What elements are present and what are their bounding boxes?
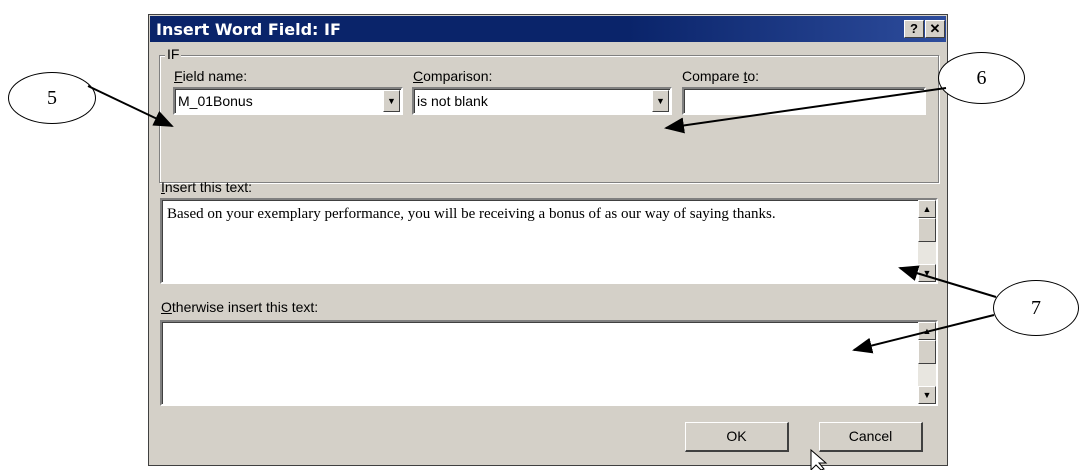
otherwise-text-label: Otherwise insert this text: [161, 299, 319, 315]
help-button[interactable]: ? [904, 20, 924, 38]
close-button[interactable]: ✕ [925, 20, 945, 38]
ok-button[interactable]: OK [685, 422, 789, 452]
title-bar[interactable]: Insert Word Field: IF ? ✕ [150, 16, 946, 42]
scroll-down-arrow-icon[interactable]: ▼ [918, 264, 936, 282]
scroll-thumb[interactable] [918, 218, 936, 242]
cancel-button[interactable]: Cancel [819, 422, 923, 452]
field-name-dropdown-button[interactable]: ▼ [383, 90, 400, 112]
insert-text-label: Insert this text: [161, 179, 253, 195]
field-name-label: Field name: [174, 68, 248, 84]
callout-bubble-7: 7 [993, 280, 1079, 336]
callout-bubble-5: 5 [8, 72, 96, 124]
scroll-thumb[interactable] [918, 340, 936, 364]
insert-text-value: Based on your exemplary performance, you… [167, 206, 776, 222]
insert-text-scrollbar[interactable]: ▲ ▼ [918, 200, 936, 282]
comparison-label: Comparison: [413, 68, 493, 84]
if-group [159, 55, 939, 183]
field-name-value: M_01Bonus [178, 93, 253, 109]
scroll-up-arrow-icon[interactable]: ▲ [918, 322, 936, 340]
otherwise-text-textarea[interactable]: ▲ ▼ [160, 320, 938, 406]
callout-bubble-6: 6 [938, 52, 1025, 104]
compare-to-input[interactable] [682, 87, 926, 115]
group-label: IF [165, 46, 182, 62]
comparison-combobox[interactable]: is not blank ▼ [412, 87, 672, 115]
scroll-up-arrow-icon[interactable]: ▲ [918, 200, 936, 218]
comparison-value: is not blank [417, 93, 488, 109]
field-name-combobox[interactable]: M_01Bonus ▼ [173, 87, 403, 115]
otherwise-text-scrollbar[interactable]: ▲ ▼ [918, 322, 936, 404]
insert-word-field-dialog: Insert Word Field: IF ? ✕ IF Field name:… [148, 14, 948, 466]
insert-text-textarea[interactable]: Based on your exemplary performance, you… [160, 198, 938, 284]
compare-to-label: Compare to: [682, 68, 760, 84]
dialog-title: Insert Word Field: IF [156, 20, 341, 39]
scroll-down-arrow-icon[interactable]: ▼ [918, 386, 936, 404]
comparison-dropdown-button[interactable]: ▼ [652, 90, 669, 112]
